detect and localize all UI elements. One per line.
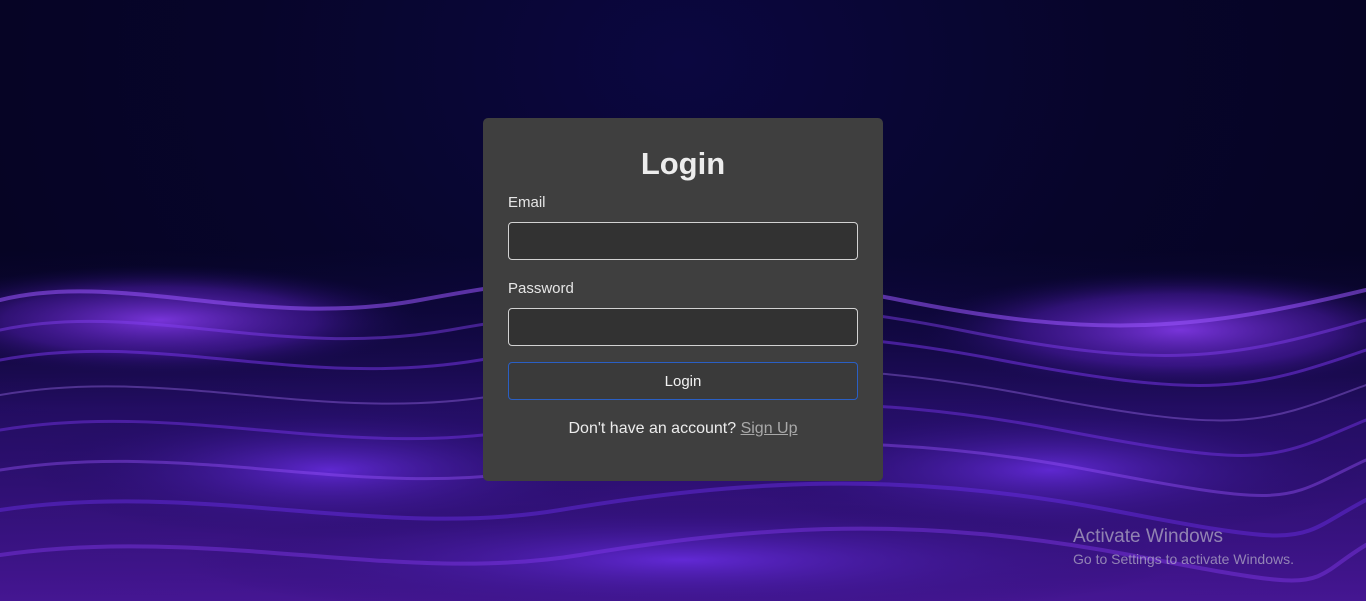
login-title: Login (640, 146, 726, 181)
password-label: Password (508, 280, 574, 297)
email-input[interactable] (508, 222, 858, 260)
login-page: Login Email Password Login Don't have an… (0, 0, 1366, 601)
email-label: Email (508, 194, 546, 211)
signup-link[interactable]: Sign Up (741, 420, 798, 437)
watermark-subtitle: Go to Settings to activate Windows. (1073, 551, 1294, 567)
signup-prompt-text: Don't have an account? (568, 420, 737, 437)
password-input[interactable] (508, 308, 858, 346)
signup-prompt-line: Don't have an account? Sign Up (508, 419, 858, 439)
watermark-title: Activate Windows (1073, 526, 1223, 547)
login-card: Login Email Password Login Don't have an… (483, 118, 883, 481)
activate-windows-watermark: Activate Windows Go to Settings to activ… (1073, 526, 1294, 568)
login-button[interactable]: Login (508, 362, 858, 400)
